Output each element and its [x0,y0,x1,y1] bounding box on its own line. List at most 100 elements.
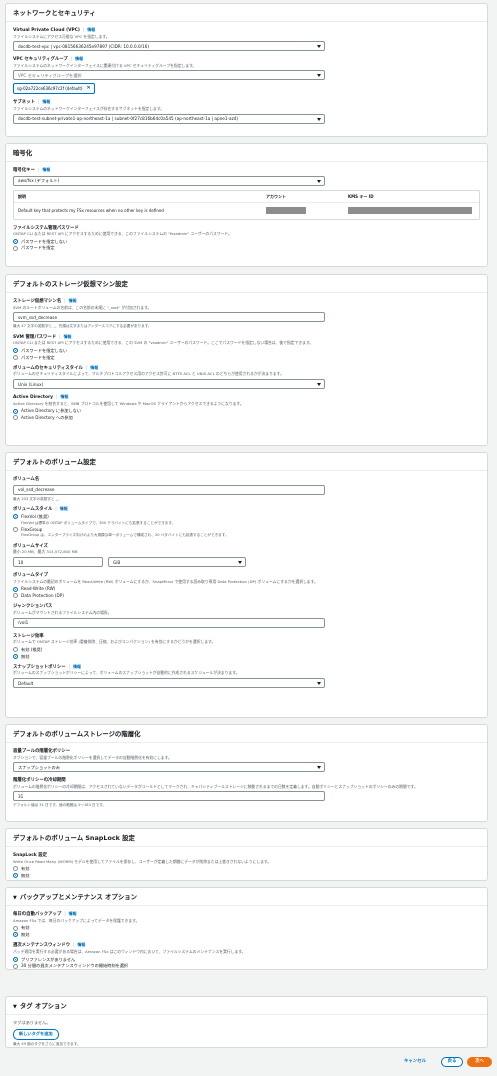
radio-selected-icon [13,956,18,962]
vpc-info-link[interactable]: 情報 [83,27,95,32]
junction-path-input[interactable]: /vol1 [13,617,325,628]
radio-set-password[interactable]: パスワードを指定 [13,245,480,251]
junction-label: ジャンクションパス [13,604,53,610]
sg-info-link[interactable]: 情報 [71,56,83,61]
snaplock-desc: Write Once Read Many (WORM) モデルを使用してファイル… [13,858,272,864]
sg-select[interactable]: VPC セキュリティグループを選択 [13,70,325,81]
radio-label: パスワードを指定しない [21,347,68,353]
radio-efficiency-on[interactable]: 有効 (推奨) [13,647,480,653]
radio-ad-join[interactable]: Active Directory への参加 [13,415,480,421]
radio-ad-no-join[interactable]: Active Directory に参加しない [13,408,480,414]
add-tag-button[interactable]: 新しいタグを追加 [13,1028,59,1040]
kms-value: aws/fsx (デフォルト) [18,177,60,183]
radio-snaplock-on[interactable]: 有効 [13,866,480,872]
subnet-label: サブネット [13,100,35,106]
radio-maint-choose[interactable]: 30 分間の週次メンテナンスウィンドウの開始時刻を選択 [13,963,480,969]
radio-snaplock-off[interactable]: 無効 [13,873,480,879]
radio-selected-icon [13,653,18,659]
svm-pw-desc: ONTAP CLI または REST API にアクセスするために使用できる、こ… [13,340,314,346]
chevron-down-icon [317,117,321,121]
radio-dp[interactable]: Data Protection (DP) [13,593,480,599]
volume-name-input[interactable]: vol_ssd_decrease [13,484,325,495]
snapshot-policy-select[interactable]: Default [13,678,325,689]
junction-path-field: ジャンクションパス ボリュームがマウントされるファイルシステム内の場所。 /vo… [13,603,480,628]
radio-icon [13,647,18,653]
security-style-select[interactable]: Unix (Linux) [13,379,325,390]
chevron-down-icon [317,766,321,770]
svm-pw-info-link[interactable]: 情報 [59,334,71,339]
col-kms: KMS キー ID [344,190,479,203]
kms-info-link[interactable]: 情報 [38,167,50,172]
svm-password-field: SVM 管理パスワード情報 ONTAP CLI または REST API にアク… [13,334,480,360]
section-title: 暗号化 [6,144,487,162]
storage-efficiency-field: ストレージ効率 ボリュームで ONTAP ストレージ効率 (重複排除、圧縮、およ… [13,633,480,659]
radio-no-password[interactable]: パスワードを指定しない [13,239,480,244]
volume-size-unit: GiB [113,559,121,565]
chevron-down-icon [317,682,321,686]
svm-name-info-link[interactable]: 情報 [64,298,76,303]
snapshot-label: スナップショットポリシー [13,664,66,670]
next-button[interactable]: 次へ [467,1057,492,1067]
radio-selected-icon [13,514,18,520]
volume-type-desc: ファイルシステムの最初のボリュームを Read-Write (RW) ボリューム… [13,578,318,584]
radio-svm-no-password[interactable]: パスワードを指定しない [13,347,480,354]
auto-backup-info-link[interactable]: 情報 [64,911,76,916]
snapshot-desc: ボリュームのスナップショットポリシーによって、ボリュームのスナップショットが自動… [13,670,240,676]
radio-selected-icon [13,873,18,879]
subnet-select[interactable]: docdb-test-subnet-private1-ap-northeast-… [13,113,325,124]
cancel-button[interactable]: キャンセル [395,1057,435,1067]
backup-maintenance-section: ▼バックアップとメンテナンス オプション 毎日の自動バックアップ情報 Amazo… [5,887,488,970]
radio-rw[interactable]: Read-Write (RW) [13,586,480,592]
tiering-policy-field: 容量プールの階層化ポリシー オプションで、容量プールの階層化ポリシーを選択してデ… [13,748,480,773]
subnet-value: docdb-test-subnet-private1-ap-northeast-… [18,116,239,122]
tiering-section: デフォルトのボリュームストレージの階層化 容量プールの階層化ポリシー オプション… [5,724,488,822]
sg-token-label: sg-02a722ce636c97c2f (default) [17,86,83,92]
kms-select[interactable]: aws/fsx (デフォルト) [13,175,325,186]
tiering-policy-value: スナップショットのみ [18,764,60,770]
volume-name-label: ボリューム名 [13,477,40,482]
radio-icon [13,526,18,532]
cooling-period-input[interactable]: 31 [13,791,325,802]
cooling-period-field: 階層化ポリシーの冷却期間 ボリュームの階層化ポリシーの冷却期間は、アクセスされて… [13,777,480,808]
security-style-info-link[interactable]: 情報 [86,365,98,370]
radio-flexvol[interactable]: FlexVol (推奨) [13,513,480,520]
tiering-policy-select[interactable]: スナップショットのみ [13,762,325,773]
subnet-info-link[interactable]: 情報 [38,99,50,104]
volume-style-info-link[interactable]: 情報 [55,506,67,511]
close-icon[interactable]: ✕ [86,86,90,91]
ad-info-link[interactable]: 情報 [56,394,68,399]
radio-selected-icon [13,586,18,592]
volume-size-input[interactable]: 10 [13,557,103,568]
auto-backup-label: 毎日の自動バックアップ [13,912,62,918]
radio-label: FlexVol (推奨) [21,513,49,519]
caret-down-icon: ▼ [13,895,17,901]
tags-section-toggle[interactable]: ▼ タグ オプション [6,997,487,1016]
tags-section: ▼ タグ オプション タグはありません。 新しいタグを追加 最大 49 個のタグを… [5,996,488,1048]
chevron-down-icon [238,561,242,565]
section-title: ネットワークとセキュリティ [6,4,487,22]
radio-label: Active Directory への参加 [21,415,73,421]
kms-field: 暗号化キー情報 aws/fsx (デフォルト) 説明 アカウント KMS キー … [13,167,480,220]
volume-type-field: ボリュームタイプ ファイルシステムの最初のボリュームを Read-Write (… [13,572,480,599]
radio-backup-off[interactable]: 無効 [13,932,480,938]
vpc-select[interactable]: docdb-test-vpc | vpc-08156636245e97897 (… [13,41,325,52]
svm-name-input[interactable]: svm_ssd_decrease [13,312,325,323]
kms-details-table: 説明 アカウント KMS キー ID Default key that prot… [13,189,480,220]
radio-efficiency-off[interactable]: 無効 [13,654,480,659]
col-desc: 説明 [14,190,262,203]
snapshot-info-link[interactable]: 情報 [69,664,81,669]
radio-selected-icon [13,238,18,244]
maintenance-info-link[interactable]: 情報 [73,942,85,947]
subnet-desc: ファイルシステムのネットワークインターフェイスが存在するサブネットを指定します。 [13,105,165,111]
backup-section-toggle[interactable]: ▼ バックアップとメンテナンス オプション [6,888,487,907]
admin-password-field: ファイルシステム管理パスワード ONTAP CLI または REST API に… [13,225,480,251]
radio-svm-set-password[interactable]: パスワードを指定 [13,355,480,360]
radio-flexgroup[interactable]: FlexGroup [13,527,480,532]
svm-name-field: ストレージ仮想マシン名情報 SVM のルートボリュームの名前は、この名前の末尾に… [13,298,480,329]
page: ネットワークとセキュリティ Virtual Private Cloud (VPC… [0,0,497,1076]
radio-backup-on[interactable]: 有効 [13,925,480,931]
back-button[interactable]: 戻る [441,1057,463,1067]
radio-maint-no-pref[interactable]: プリファレンスがありません [13,957,480,962]
volume-size-unit-select[interactable]: GiB [108,557,246,568]
snaplock-section: デフォルトのボリューム SnapLock 設定 SnapLock 設定 Writ… [5,828,488,881]
